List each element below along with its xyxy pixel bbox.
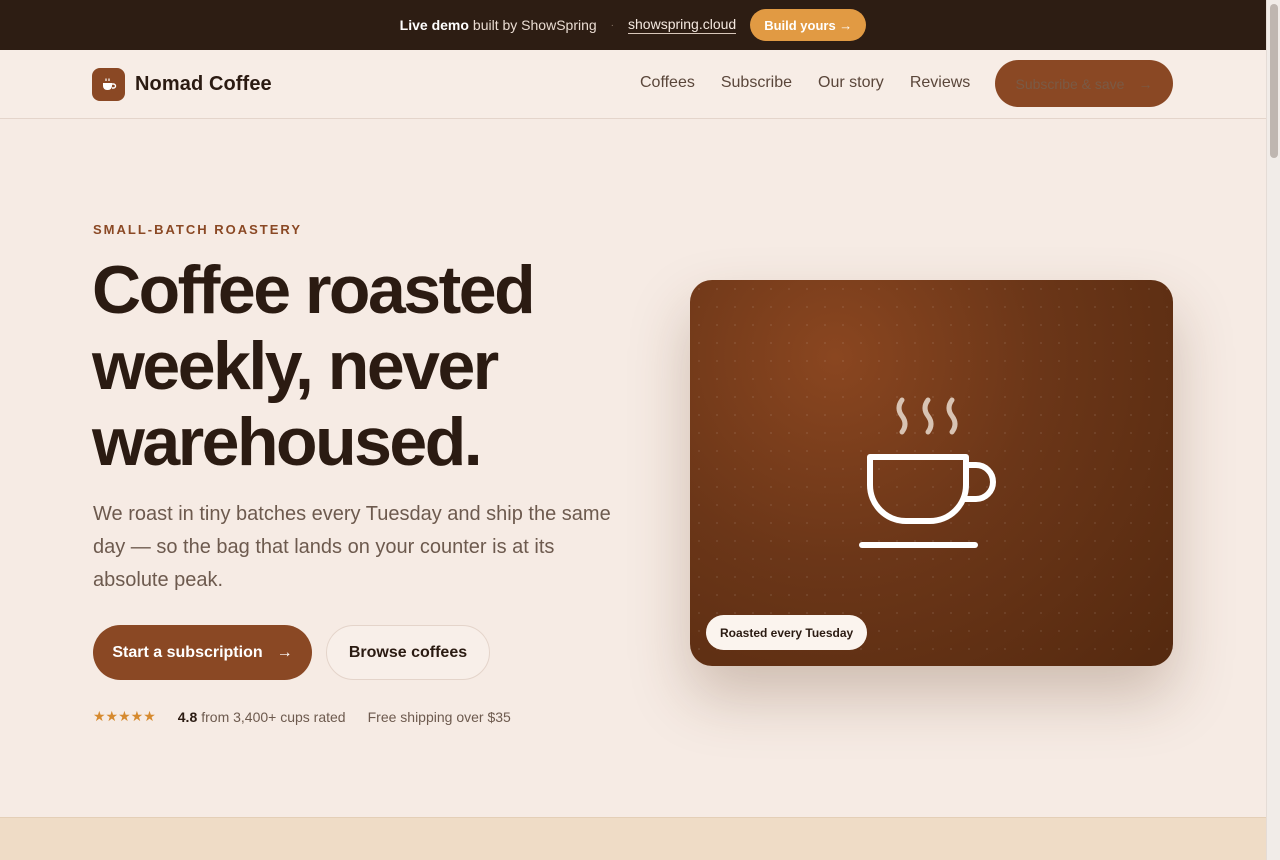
start-subscription-label: Start a subscription	[112, 643, 263, 661]
promo-separator: ·	[610, 19, 615, 31]
roasted-badge: Roasted every Tuesday	[706, 615, 868, 650]
hero-headline: Coffee roasted weekly, never warehoused.	[92, 252, 536, 480]
star-rating-icon: ★★★★★	[93, 708, 156, 724]
promo-bar: Live demo built by ShowSpring · showspri…	[0, 0, 1266, 50]
browse-coffees-button[interactable]: Browse coffees	[326, 625, 490, 680]
build-yours-button[interactable]: Build yours →	[750, 9, 867, 41]
brand-name: Nomad Coffee	[135, 73, 272, 95]
coffee-cup-icon	[92, 68, 125, 101]
site-header: Nomad Coffee Coffees Subscribe Our story…	[0, 50, 1266, 119]
steaming-cup-icon	[859, 397, 996, 548]
subscribe-save-label: Subscribe & save	[1015, 75, 1125, 92]
start-subscription-button[interactable]: Start a subscription →	[93, 625, 312, 680]
shipping-note: Free shipping over $35	[367, 708, 511, 725]
nav-link-subscribe[interactable]: Subscribe	[721, 74, 792, 92]
nav-links: Coffees Subscribe Our story Reviews	[640, 74, 970, 92]
nav-link-reviews[interactable]: Reviews	[910, 74, 970, 92]
scrollbar-thumb[interactable]	[1270, 4, 1278, 158]
promo-live-demo: Live demo	[399, 17, 469, 33]
nav-link-our-story[interactable]: Our story	[818, 74, 884, 92]
promo-built-by: built by ShowSpring	[472, 17, 597, 33]
subscribe-save-button[interactable]: Subscribe & save →	[995, 60, 1173, 107]
hero-card: Roasted every Tuesday	[690, 280, 1173, 666]
nav-link-coffees[interactable]: Coffees	[640, 74, 695, 92]
rating-score: 4.8	[177, 708, 198, 725]
hero-subtext: We roast in tiny batches every Tuesday a…	[93, 503, 611, 591]
promo-link[interactable]: showspring.cloud	[628, 16, 737, 34]
next-section-band	[0, 817, 1266, 860]
rating-row: ★★★★★ 4.8 from 3,400+ cups rated Free sh…	[93, 708, 511, 725]
page-scrollbar[interactable]	[1266, 0, 1280, 860]
arrow-right-icon: →	[1138, 75, 1153, 92]
hero-eyebrow: SMALL-BATCH ROASTERY	[93, 222, 302, 237]
arrow-right-icon: →	[276, 643, 293, 661]
rating-text: from 3,400+ cups rated	[201, 708, 346, 725]
brand-logo[interactable]: Nomad Coffee	[92, 68, 272, 101]
